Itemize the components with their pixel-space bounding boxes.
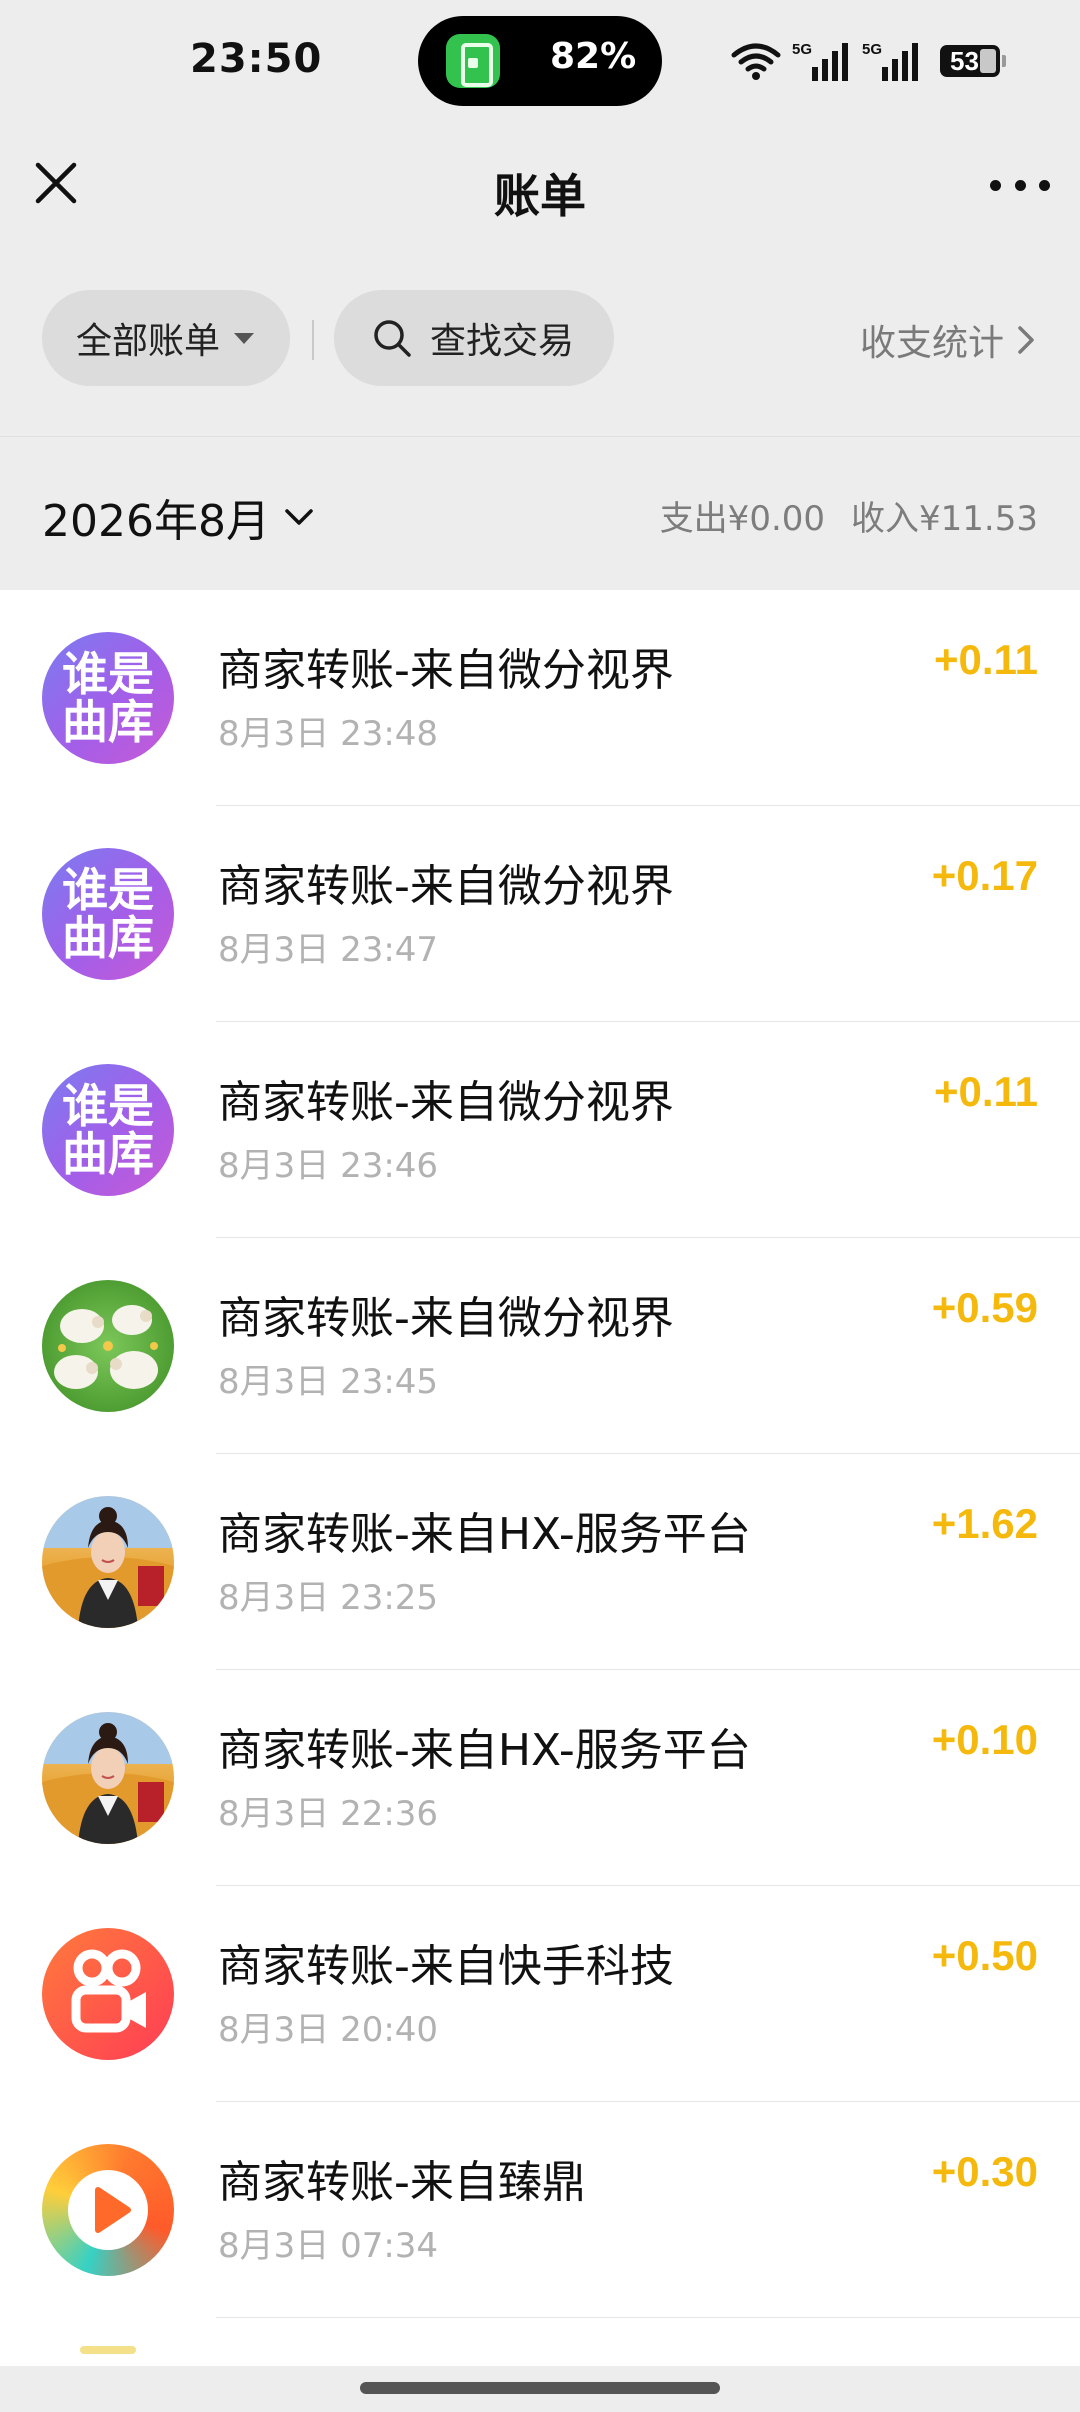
- gesture-area: [0, 2366, 1080, 2412]
- month-summary: 支出¥0.00 收入¥11.53: [660, 491, 1038, 540]
- income-expense-stats-link[interactable]: 收支统计: [860, 314, 1038, 366]
- transaction-list: 谁是 曲库 商家转账-来自微分视界 8月3日 23:48 +0.11 谁是 曲库 商…: [0, 590, 1080, 2366]
- transaction-title: 商家转账-来自臻鼎: [218, 2157, 586, 2208]
- transaction-amount: +0.59: [931, 1284, 1038, 1331]
- woman-avatar: [42, 1496, 174, 1628]
- purple-text-avatar: 谁是 曲库: [42, 632, 174, 764]
- status-icons: 5G 5G 53: [730, 36, 1006, 86]
- wifi-icon: [731, 43, 781, 80]
- transaction-amount: +1.62: [931, 1500, 1038, 1547]
- all-bills-dropdown[interactable]: 全部账单: [42, 290, 290, 386]
- pill-percentage: 82%: [550, 36, 637, 77]
- purple-text-avatar: 谁是 曲库: [42, 1064, 174, 1196]
- play-logo-avatar: [42, 2144, 174, 2276]
- transaction-amount: +0.10: [931, 1716, 1038, 1763]
- more-dots-icon[interactable]: [990, 170, 1050, 200]
- stats-label: 收支统计: [859, 323, 1004, 364]
- dropdown-triangle-icon: [234, 332, 255, 344]
- transaction-title: 商家转账-来自微分视界: [218, 1077, 674, 1128]
- battery-level: 53: [950, 46, 979, 76]
- search-icon: [374, 320, 411, 357]
- transaction-title: 商家转账-来自微分视界: [218, 861, 674, 912]
- transaction-row[interactable]: 谁是 曲库 商家转账-来自微分视界 8月3日 23:46 +0.11: [0, 1022, 1080, 1238]
- filter-bar: 全部账单 查找交易 收支统计: [0, 290, 1080, 390]
- transaction-time: 8月3日 23:25: [218, 1578, 439, 1618]
- home-indicator[interactable]: [360, 2382, 720, 2394]
- chevron-right-icon: [1018, 326, 1034, 354]
- nav-bar: 账单: [0, 130, 1080, 240]
- month-selector[interactable]: 2026年8月: [42, 485, 314, 549]
- search-label: 查找交易: [430, 321, 575, 362]
- transaction-amount: +0.17: [931, 852, 1038, 899]
- transaction-time: 8月3日 07:34: [218, 2226, 439, 2266]
- transaction-title: 商家转账-来自快手科技: [218, 1941, 674, 1992]
- all-bills-label: 全部账单: [76, 321, 221, 362]
- transaction-time: 8月3日 23:45: [218, 1362, 439, 1402]
- transaction-row[interactable]: 谁是 曲库 商家转账-来自微分视界 8月3日 23:47 +0.17: [0, 806, 1080, 1022]
- battery-icon: 53: [940, 45, 1006, 77]
- network-type-label: 5G: [862, 41, 883, 58]
- transaction-time: 8月3日 23:48: [218, 714, 439, 754]
- sheep-avatar: [42, 1280, 174, 1412]
- row-divider: [216, 2317, 1080, 2318]
- chevron-down-icon: [285, 509, 313, 525]
- bill-page: 23:50 82% 5G 5G 53 账单 全部账单 查找交易 收支统计 202…: [0, 0, 1080, 2412]
- transaction-row[interactable]: 商家转账-来自HX-服务平台 8月3日 22:36 +0.10: [0, 1670, 1080, 1886]
- signal-5g-2-icon: 5G: [862, 41, 922, 81]
- transaction-time: 8月3日 23:47: [218, 930, 439, 970]
- transaction-time: 8月3日 23:46: [218, 1146, 439, 1186]
- kuaishou-logo-avatar: [42, 1928, 174, 2060]
- status-time: 23:50: [190, 36, 323, 82]
- month-header: 2026年8月 支出¥0.00 收入¥11.53: [0, 436, 1080, 590]
- transaction-row[interactable]: 商家转账-来自臻鼎 8月3日 07:34 +0.30: [0, 2102, 1080, 2318]
- next-item-peek: [80, 2346, 136, 2354]
- transaction-row[interactable]: 商家转账-来自快手科技 8月3日 20:40 +0.50: [0, 1886, 1080, 2102]
- page-title: 账单: [494, 169, 586, 223]
- expense-total: 支出¥0.00: [659, 499, 826, 539]
- income-total: 收入¥11.53: [851, 499, 1038, 539]
- transaction-amount: +0.11: [934, 1068, 1038, 1115]
- transaction-title: 商家转账-来自微分视界: [218, 1293, 674, 1344]
- live-activity-pill[interactable]: 82%: [418, 16, 662, 106]
- transaction-amount: +0.30: [931, 2148, 1038, 2195]
- transaction-title: 商家转账-来自HX-服务平台: [218, 1509, 751, 1560]
- transaction-row[interactable]: 谁是 曲库 商家转账-来自微分视界 8月3日 23:48 +0.11: [0, 590, 1080, 806]
- network-type-label: 5G: [792, 41, 813, 58]
- transaction-amount: +0.50: [931, 1932, 1038, 1979]
- purple-text-avatar: 谁是 曲库: [42, 848, 174, 980]
- search-transactions-button[interactable]: 查找交易: [334, 290, 614, 386]
- transaction-row[interactable]: 商家转账-来自微分视界 8月3日 23:45 +0.59: [0, 1238, 1080, 1454]
- transaction-row[interactable]: 商家转账-来自HX-服务平台 8月3日 23:25 +1.62: [0, 1454, 1080, 1670]
- transaction-amount: +0.11: [934, 636, 1038, 683]
- transaction-title: 商家转账-来自HX-服务平台: [218, 1725, 751, 1776]
- transaction-title: 商家转账-来自微分视界: [218, 645, 674, 696]
- woman-avatar: [42, 1712, 174, 1844]
- filter-divider: [312, 320, 314, 360]
- transaction-time: 8月3日 20:40: [218, 2010, 439, 2050]
- app-shortcut-icon: [446, 34, 500, 88]
- month-label: 2026年8月: [42, 496, 270, 547]
- status-bar: 23:50 82% 5G 5G 53: [0, 0, 1080, 120]
- transaction-time: 8月3日 22:36: [218, 1794, 439, 1834]
- signal-5g-1-icon: 5G: [792, 41, 852, 81]
